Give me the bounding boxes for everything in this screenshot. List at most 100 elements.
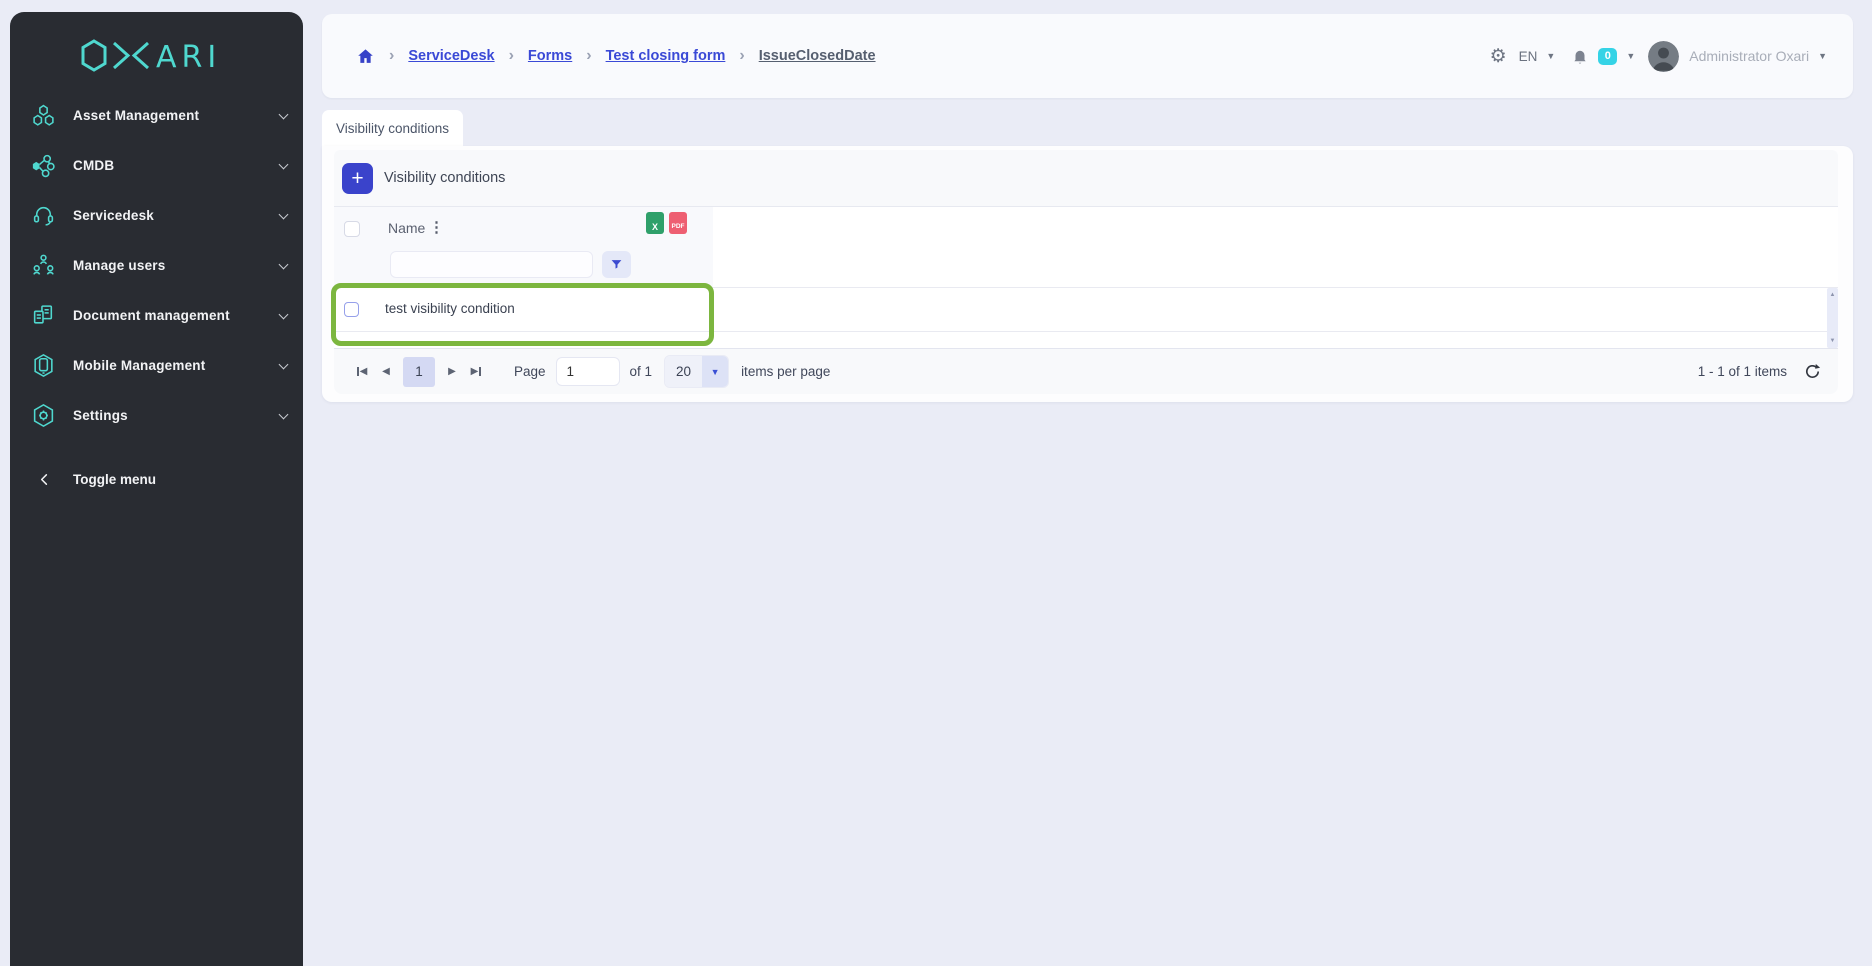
page-of-label: of 1 [630, 364, 653, 379]
add-visibility-condition-button[interactable]: + [342, 163, 373, 194]
grid-vertical-scrollbar[interactable]: ▲ ▼ [1827, 288, 1838, 348]
svg-text:ARI: ARI [156, 40, 221, 74]
breadcrumb-link-forms[interactable]: Forms [528, 48, 572, 64]
refresh-icon[interactable] [1803, 362, 1822, 381]
settings-icon [31, 403, 56, 428]
breadcrumb: › ServiceDesk › Forms › Test closing for… [356, 47, 876, 66]
user-name[interactable]: Administrator Oxari [1689, 48, 1809, 64]
last-page-button[interactable]: ▶ [464, 360, 488, 384]
caret-down-icon[interactable]: ▼ [1626, 51, 1635, 61]
export-pdf-icon[interactable]: PDF [669, 212, 687, 234]
scroll-up-icon[interactable]: ▲ [1827, 290, 1838, 300]
sidebar-item-cmdb[interactable]: CMDB [10, 140, 303, 190]
funnel-icon [610, 258, 623, 271]
breadcrumb-link-test-closing-form[interactable]: Test closing form [606, 48, 726, 64]
chevron-left-icon [37, 472, 52, 487]
row-checkbox[interactable] [344, 302, 359, 317]
breadcrumb-separator: › [509, 47, 514, 65]
items-summary: 1 - 1 of 1 items [1698, 364, 1787, 379]
sidebar-item-asset-management[interactable]: Asset Management [10, 90, 303, 140]
grid-pager: ◀ ◀ 1 ▶ ▶ Page of 1 20 ▼ items per page … [334, 348, 1838, 394]
oxari-logo-icon: ARI [78, 38, 236, 74]
breadcrumb-bar: › ServiceDesk › Forms › Test closing for… [322, 14, 1853, 98]
chevron-down-icon [279, 359, 289, 369]
current-page-button[interactable]: 1 [403, 357, 435, 387]
prev-triangle-icon: ◀ [360, 366, 368, 377]
sidebar-nav: Asset Management CMDB [10, 90, 303, 440]
chevron-down-icon [279, 159, 289, 169]
next-triangle-icon: ▶ [448, 366, 456, 377]
sidebar-item-label: Servicedesk [73, 208, 154, 223]
bell-icon[interactable] [1571, 47, 1589, 65]
cmdb-icon [31, 153, 56, 178]
oxari-logo: ARI [10, 36, 303, 76]
app-window: ARI Asset Management [0, 0, 1872, 966]
language-selector[interactable]: EN [1519, 49, 1538, 64]
breadcrumb-current: IssueClosedDate [759, 48, 876, 64]
breadcrumb-separator: › [586, 47, 591, 65]
toggle-menu-button[interactable]: Toggle menu [10, 454, 303, 504]
breadcrumb-separator: › [739, 47, 744, 65]
first-page-bar [357, 367, 359, 376]
sidebar-item-label: Document management [73, 308, 230, 323]
notification-badge[interactable]: 0 [1598, 48, 1617, 65]
previous-page-button[interactable]: ◀ [374, 360, 398, 384]
chevron-down-icon [279, 309, 289, 319]
tab-visibility-conditions[interactable]: Visibility conditions [322, 110, 463, 146]
name-filter-input[interactable] [390, 251, 593, 278]
chevron-down-icon [279, 109, 289, 119]
filter-button[interactable] [602, 251, 631, 278]
export-excel-icon[interactable]: X [646, 212, 664, 234]
caret-down-icon: ▼ [702, 356, 728, 387]
column-menu-icon[interactable]: ⋮ [429, 218, 444, 236]
row-name-cell[interactable]: test visibility condition [385, 301, 515, 316]
sidebar-item-document-management[interactable]: Document management [10, 290, 303, 340]
page-size-select[interactable]: 20 ▼ [664, 355, 729, 388]
grid-toolbar: + Visibility conditions [334, 150, 1838, 207]
next-triangle-icon: ▶ [471, 366, 479, 377]
user-silhouette-icon [1648, 41, 1679, 72]
sidebar-item-mobile-management[interactable]: Mobile Management [10, 340, 303, 390]
servicedesk-icon [31, 203, 56, 228]
items-per-page-label: items per page [741, 364, 830, 379]
avatar[interactable] [1648, 41, 1679, 72]
manage-users-icon [31, 253, 56, 278]
page-number-input[interactable] [556, 357, 620, 386]
sidebar-item-label: Manage users [73, 258, 165, 273]
pager-right-group: 1 - 1 of 1 items [1698, 362, 1822, 381]
scroll-down-icon[interactable]: ▼ [1827, 336, 1838, 346]
breadcrumb-link-servicedesk[interactable]: ServiceDesk [408, 48, 494, 64]
first-page-button[interactable]: ◀ [350, 360, 374, 384]
next-page-button[interactable]: ▶ [440, 360, 464, 384]
home-icon[interactable] [356, 47, 375, 66]
gear-icon[interactable]: ⚙ [1490, 45, 1507, 68]
sidebar-item-settings[interactable]: Settings [10, 390, 303, 440]
prev-triangle-icon: ◀ [382, 366, 390, 377]
chevron-down-icon [279, 409, 289, 419]
sidebar: ARI Asset Management [10, 12, 303, 966]
chevron-down-icon [279, 209, 289, 219]
visibility-conditions-grid: Name ⋮ X PDF test visibility condition ▲… [334, 207, 1838, 348]
sidebar-item-servicedesk[interactable]: Servicedesk [10, 190, 303, 240]
document-management-icon [31, 303, 56, 328]
page-size-value: 20 [665, 356, 702, 387]
toggle-menu-label: Toggle menu [73, 472, 156, 487]
select-all-checkbox[interactable] [344, 221, 360, 237]
grid-row-divider [334, 331, 1838, 332]
sidebar-item-label: CMDB [73, 158, 114, 173]
caret-down-icon[interactable]: ▼ [1546, 51, 1555, 61]
caret-down-icon[interactable]: ▼ [1818, 51, 1827, 61]
breadcrumb-separator: › [389, 47, 394, 65]
sidebar-item-label: Asset Management [73, 108, 199, 123]
topbar-controls: ⚙ EN ▼ 0 ▼ Administrator Oxari ▼ [1490, 41, 1827, 72]
sidebar-item-label: Mobile Management [73, 358, 205, 373]
chevron-down-icon [279, 259, 289, 269]
column-header-name[interactable]: Name [388, 220, 425, 236]
sidebar-item-manage-users[interactable]: Manage users [10, 240, 303, 290]
mobile-management-icon [31, 353, 56, 378]
last-page-bar [479, 367, 481, 376]
sidebar-item-label: Settings [73, 408, 128, 423]
asset-management-icon [31, 103, 56, 128]
page-label: Page [514, 364, 546, 379]
toolbar-title: Visibility conditions [384, 170, 505, 186]
